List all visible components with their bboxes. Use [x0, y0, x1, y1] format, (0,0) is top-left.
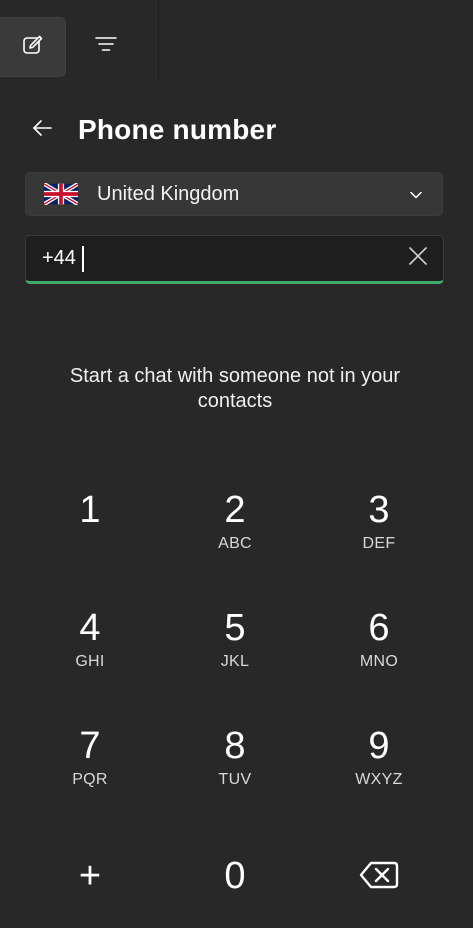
key-letters: MNO [359, 653, 399, 670]
key-0[interactable]: 0 [180, 826, 290, 922]
toolbar [0, 0, 159, 82]
chevron-down-icon [408, 187, 424, 203]
compose-button[interactable] [0, 17, 66, 77]
key-digit: + [78, 855, 102, 897]
key-letters: DEF [362, 535, 396, 552]
key-4[interactable]: 4 GHI [35, 598, 145, 694]
key-letters: WXYZ [355, 771, 403, 788]
back-button[interactable] [28, 116, 56, 144]
phone-number-value: +44 [42, 247, 76, 269]
key-letters: PQR [72, 771, 108, 788]
close-icon [408, 246, 428, 271]
filter-button[interactable] [82, 17, 130, 75]
key-8[interactable]: 8 TUV [180, 716, 290, 812]
key-digit: 3 [368, 489, 390, 531]
key-digit: 0 [224, 855, 246, 897]
backspace-button[interactable] [324, 826, 434, 922]
key-letters: ABC [218, 535, 252, 552]
key-digit: 4 [79, 607, 101, 649]
key-7[interactable]: 7 PQR [35, 716, 145, 812]
text-caret [81, 245, 84, 272]
key-digit: 9 [368, 725, 390, 767]
key-digit: 1 [79, 489, 101, 531]
page-title: Phone number [78, 114, 277, 145]
key-plus[interactable]: + [35, 826, 145, 922]
phone-number-input[interactable]: +44 [25, 235, 444, 284]
key-5[interactable]: 5 JKL [180, 598, 290, 694]
key-digit: 8 [224, 725, 246, 767]
clear-input-button[interactable] [407, 246, 429, 271]
key-letters: JKL [220, 653, 250, 670]
key-1[interactable]: 1 [35, 480, 145, 576]
key-digit: 5 [224, 607, 246, 649]
key-2[interactable]: 2 ABC [180, 480, 290, 576]
key-letters: GHI [75, 653, 105, 670]
uk-flag-icon [42, 182, 80, 206]
compose-icon [21, 33, 45, 62]
backspace-icon [359, 860, 399, 895]
arrow-left-icon [31, 117, 53, 144]
filter-icon [94, 32, 118, 61]
key-letters: TUV [218, 771, 252, 788]
key-digit: 6 [368, 607, 390, 649]
key-9[interactable]: 9 WXYZ [324, 716, 434, 812]
hint-text: Start a chat with someone not in your co… [69, 365, 401, 412]
country-select[interactable]: United Kingdom [25, 172, 443, 216]
app-window: Phone number United Kingdom +44 Start a … [0, 0, 473, 928]
key-3[interactable]: 3 DEF [324, 480, 434, 576]
key-digit: 7 [79, 725, 101, 767]
page-header: Phone number [28, 112, 276, 148]
key-digit: 2 [224, 489, 246, 531]
key-6[interactable]: 6 MNO [324, 598, 434, 694]
country-select-value: United Kingdom [97, 182, 240, 205]
